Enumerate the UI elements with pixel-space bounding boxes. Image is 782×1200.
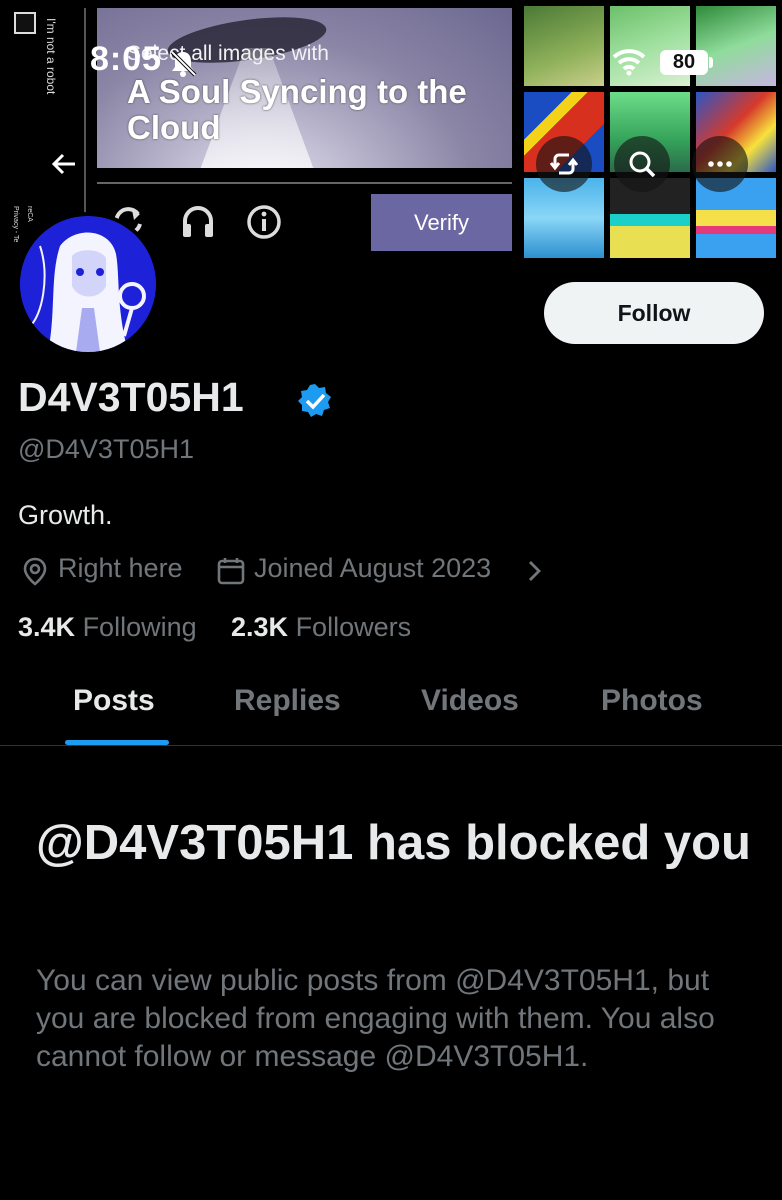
recaptcha-brand: reCA bbox=[26, 206, 33, 222]
captcha-image-grid bbox=[524, 6, 776, 258]
captcha-tile[interactable] bbox=[696, 178, 776, 258]
recaptcha-label: I'm not a robot bbox=[44, 18, 58, 95]
blocked-title: @D4V3T05H1 has blocked you bbox=[36, 816, 751, 870]
following-link[interactable]: 3.4K Following bbox=[18, 612, 197, 643]
battery-tip bbox=[709, 57, 713, 68]
calendar-icon bbox=[217, 558, 245, 585]
tab-videos[interactable]: Videos bbox=[421, 684, 519, 718]
verify-button[interactable]: Verify bbox=[371, 194, 512, 251]
location-icon bbox=[23, 557, 47, 586]
headphones-icon[interactable] bbox=[180, 204, 216, 240]
profile-bio: Growth. bbox=[18, 500, 113, 530]
back-arrow-icon[interactable] bbox=[50, 150, 78, 178]
recaptcha-checkbox[interactable] bbox=[14, 12, 36, 34]
avatar-image bbox=[20, 216, 156, 352]
captcha-challenge-title: A Soul Syncing to the Cloud bbox=[127, 73, 467, 146]
chevron-right-icon[interactable] bbox=[520, 556, 550, 586]
follow-button[interactable]: Follow bbox=[544, 282, 764, 344]
following-count: 3.4K bbox=[18, 612, 76, 642]
wifi-icon bbox=[612, 49, 646, 76]
more-icon bbox=[708, 161, 732, 167]
tabs-divider bbox=[0, 745, 782, 746]
captcha-challenge-header: Select all images with A Soul Syncing to… bbox=[97, 8, 512, 168]
battery-icon: 80 bbox=[660, 50, 708, 75]
followers-link[interactable]: 2.3K Followers bbox=[231, 612, 411, 643]
tab-photos[interactable]: Photos bbox=[601, 684, 703, 718]
followers-label: Followers bbox=[295, 612, 412, 642]
recaptcha-privacy: Privacy - Te bbox=[12, 206, 19, 243]
captcha-tile[interactable] bbox=[696, 6, 776, 86]
captcha-tile[interactable] bbox=[524, 6, 604, 86]
profile-handle: @D4V3T05H1 bbox=[18, 434, 194, 464]
retweet-icon bbox=[549, 153, 579, 175]
search-icon bbox=[629, 151, 656, 178]
search-button[interactable] bbox=[614, 136, 670, 192]
avatar[interactable] bbox=[16, 212, 160, 356]
tab-posts[interactable]: Posts bbox=[73, 684, 155, 718]
followers-count: 2.3K bbox=[231, 612, 289, 642]
more-button[interactable] bbox=[692, 136, 748, 192]
display-name: D4V3T05H1 bbox=[18, 374, 244, 420]
verified-badge-icon[interactable] bbox=[296, 382, 334, 420]
retweet-button[interactable] bbox=[536, 136, 592, 192]
following-label: Following bbox=[82, 612, 197, 642]
captcha-divider bbox=[97, 182, 512, 184]
info-icon[interactable] bbox=[246, 204, 282, 240]
bell-off-icon bbox=[170, 50, 197, 77]
profile-location: Right here bbox=[58, 553, 183, 583]
blocked-description: You can view public posts from @D4V3T05H… bbox=[36, 964, 715, 1073]
profile-joined-date: Joined August 2023 bbox=[254, 553, 492, 583]
status-time: 8:05 bbox=[90, 40, 163, 78]
tab-replies[interactable]: Replies bbox=[234, 684, 341, 718]
